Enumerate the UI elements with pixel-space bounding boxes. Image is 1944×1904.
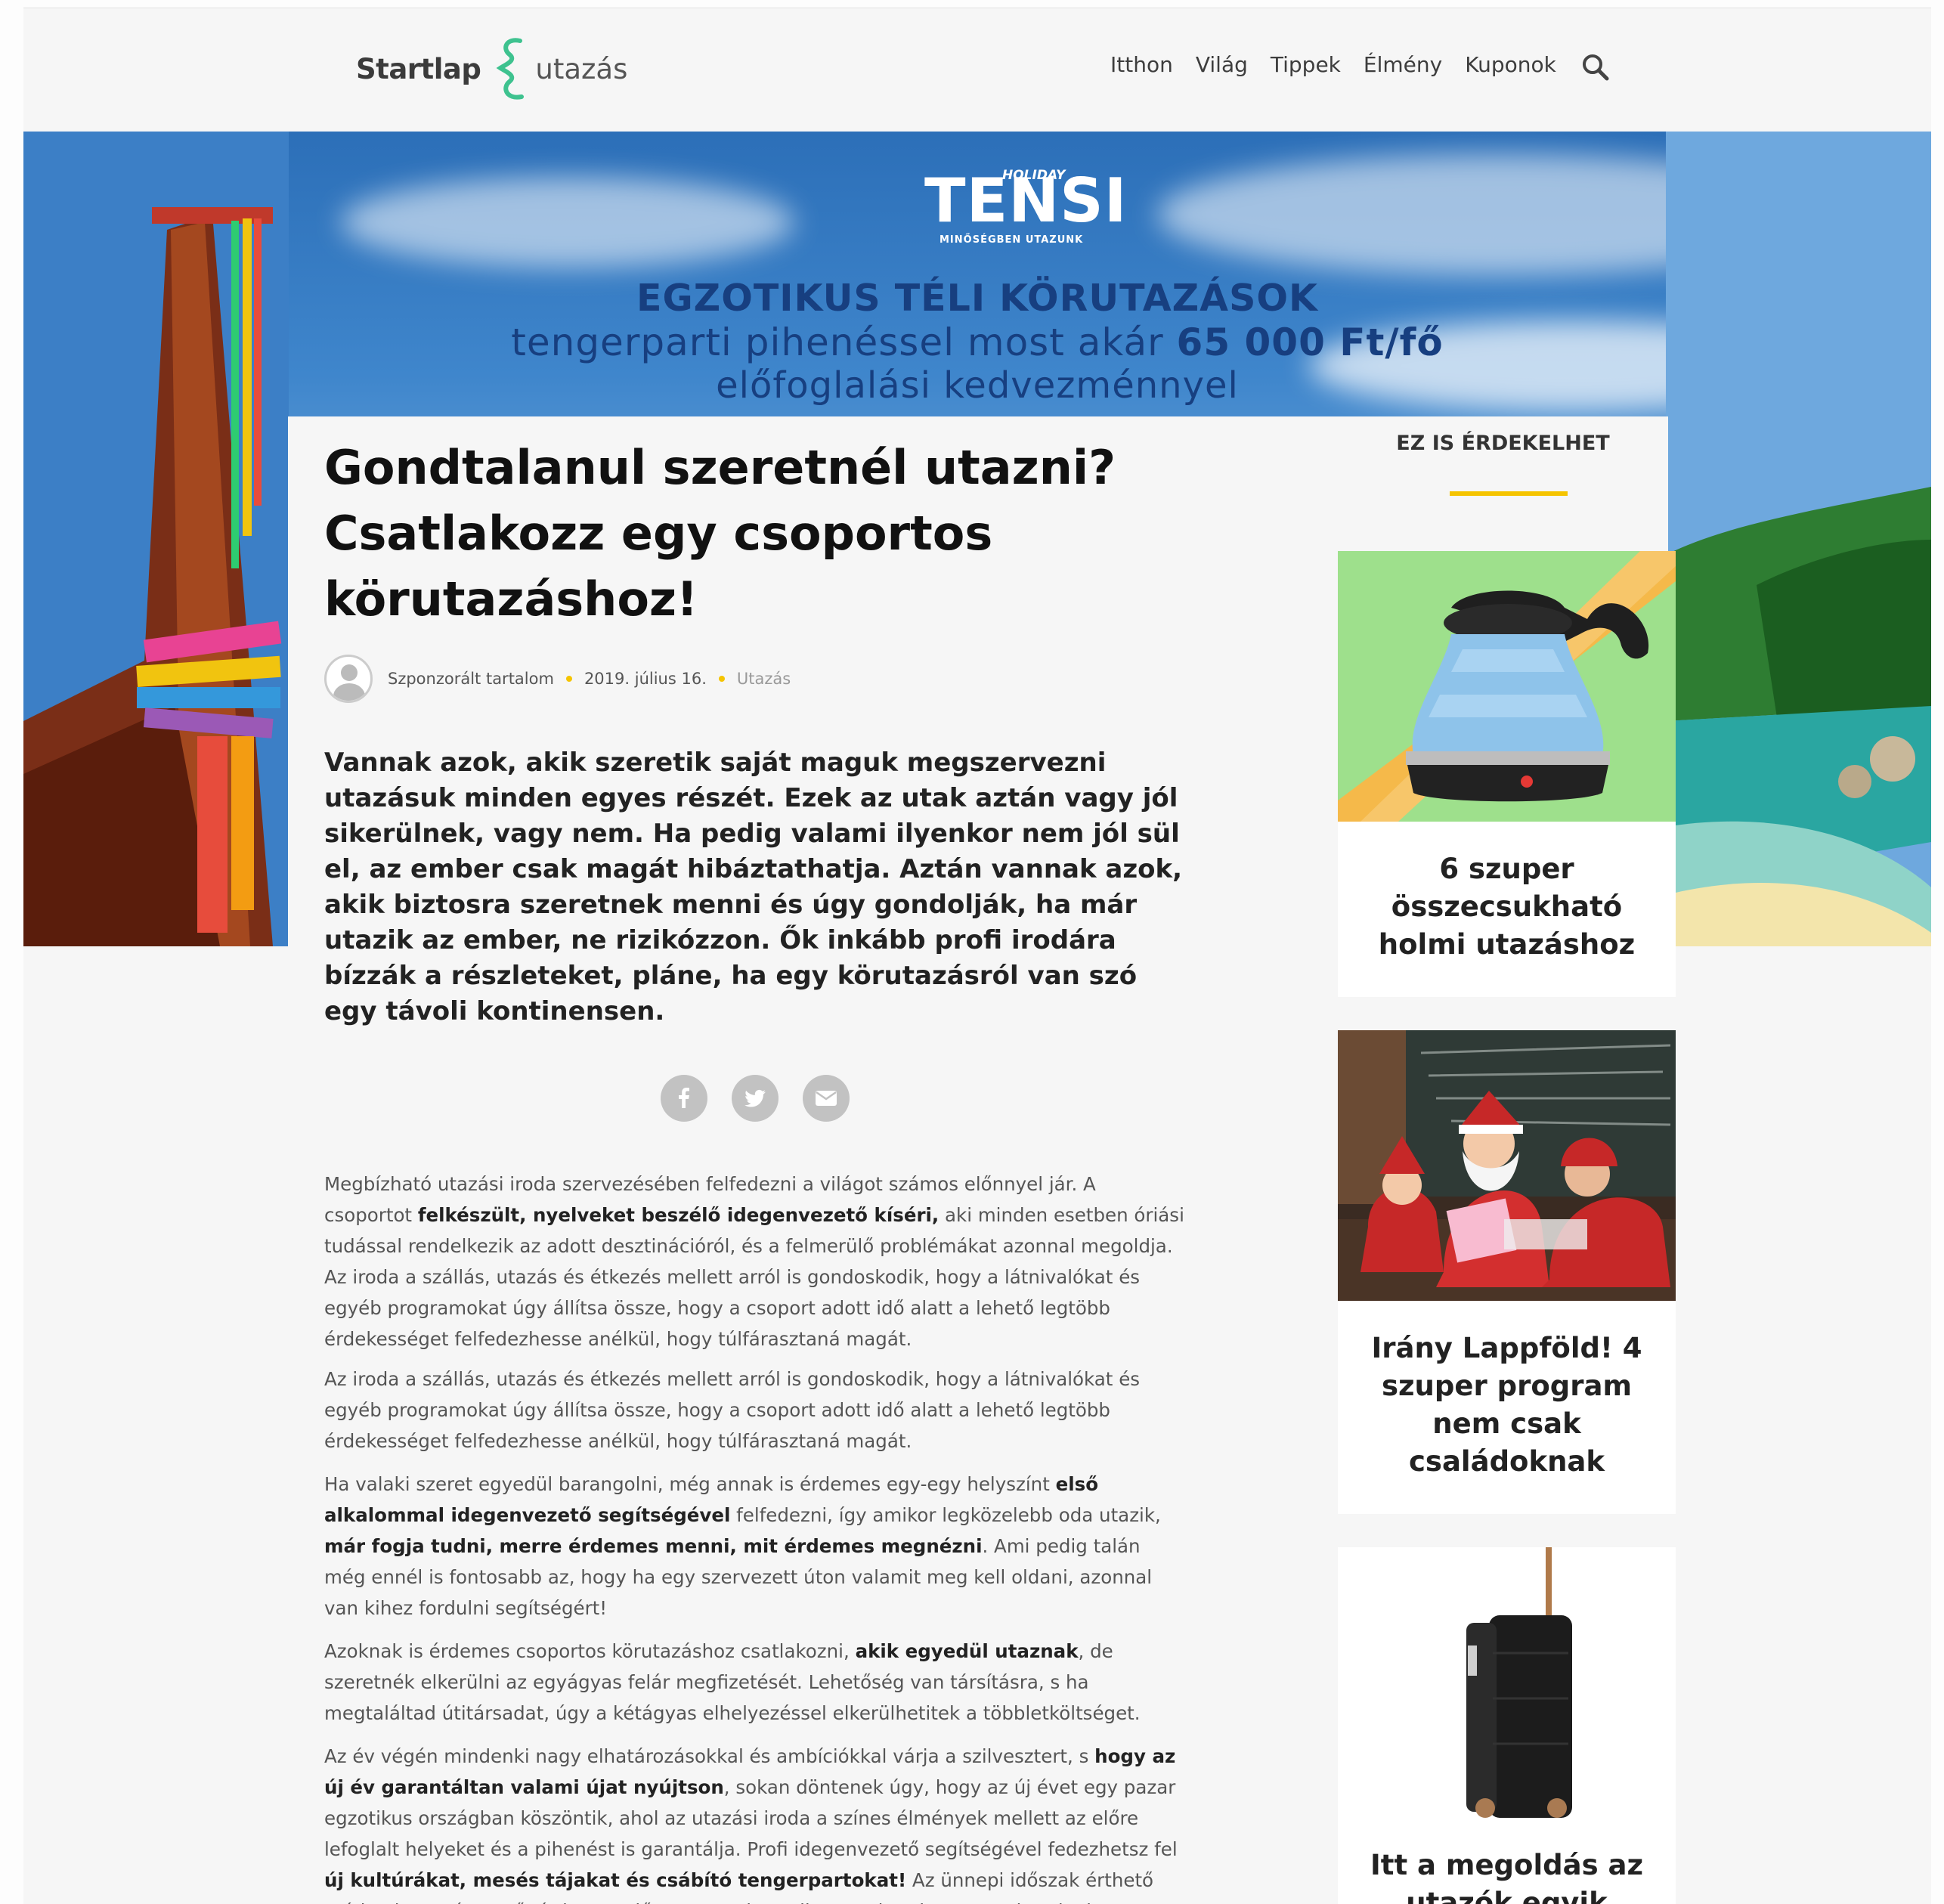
related-card[interactable]: Irány Lappföld! 4 szuper program nem csa… <box>1338 1030 1676 1514</box>
article-paragraph: Azoknak is érdemes csoportos körutazásho… <box>324 1636 1186 1729</box>
site-logo[interactable]: Startlap utazás <box>356 31 627 107</box>
sidebar-title: EZ IS ÉRDEKELHET <box>1396 432 1610 455</box>
logo-utazas: utazás <box>535 52 628 85</box>
avatar <box>324 655 373 703</box>
suitcase-image <box>1338 1547 1676 1818</box>
related-card[interactable]: 6 szuper összecsukható holmi utazáshoz <box>1338 551 1676 997</box>
article-lead: Vannak azok, akik szeretik saját maguk m… <box>324 748 1183 1026</box>
search-icon[interactable] <box>1580 52 1611 82</box>
card-image-suitcase <box>1338 1547 1676 1818</box>
longtail-boat-image <box>23 132 289 946</box>
paragraph-text: Azoknak is érdemes csoportos körutazásho… <box>324 1640 856 1662</box>
facebook-icon <box>679 1088 689 1108</box>
article-meta: Szponzorált tartalom 2019. július 16. Ut… <box>324 655 1186 703</box>
banner-brand-tagline: MINŐSÉGBEN UTAZUNK <box>939 234 1084 246</box>
kettle-image <box>1338 551 1676 822</box>
email-icon <box>816 1091 837 1106</box>
article-paragraph: Ha valaki szeret egyedül barangolni, még… <box>324 1469 1186 1624</box>
article-paragraph: Az év végén mindenki nagy elhatározásokk… <box>324 1741 1186 1904</box>
share-email-button[interactable] <box>803 1075 850 1122</box>
article-body: Megbízható utazási iroda szervezésében f… <box>324 1169 1186 1904</box>
share-facebook-button[interactable] <box>661 1075 707 1122</box>
share-buttons <box>324 1075 1186 1122</box>
card-caption[interactable]: 6 szuper összecsukható holmi utazáshoz <box>1338 822 1676 997</box>
avatar-head-icon <box>341 664 358 681</box>
banner-subline-text: tengerparti pihenéssel most akár <box>511 320 1177 364</box>
article-date: 2019. július 16. <box>584 670 707 688</box>
paragraph-text: Ha valaki szeret egyedül barangolni, még… <box>324 1473 1056 1495</box>
sidebar: EZ IS ÉRDEKELHET 6 szuper összecsukható … <box>1338 416 1676 1904</box>
article-paragraph: Az iroda a szállás, utazás és étkezés me… <box>324 1368 1141 1452</box>
site-header: Startlap utazás Itthon Világ Tippek Élmé… <box>23 8 1931 132</box>
santa-image <box>1338 1030 1676 1301</box>
paragraph-bold: akik egyedül utaznak <box>855 1640 1079 1662</box>
avatar-body-icon <box>333 683 365 701</box>
main-content: Gondtalanul szeretnél utazni? Csatlakozz… <box>288 416 1676 1904</box>
paragraph-text: Az iroda a szállás, utazás és étkezés me… <box>324 1266 1141 1350</box>
share-twitter-button[interactable] <box>732 1075 779 1122</box>
nav-itthon[interactable]: Itthon <box>1110 52 1173 77</box>
article-category-link[interactable]: Utazás <box>737 670 791 688</box>
cloud-shape <box>341 177 794 268</box>
article: Gondtalanul szeretnél utazni? Csatlakozz… <box>324 416 1186 1904</box>
meta-separator-dot <box>718 676 725 682</box>
article-paragraph: Megbízható utazási iroda szervezésében f… <box>324 1169 1186 1354</box>
banner-subline: tengerparti pihenéssel most akár 65 000 … <box>23 320 1931 364</box>
main-nav: Itthon Világ Tippek Élmény Kuponok <box>1110 52 1556 77</box>
page: Startlap utazás Itthon Világ Tippek Élmé… <box>23 8 1931 1904</box>
nav-tippek[interactable]: Tippek <box>1271 52 1341 77</box>
logo-startlap: Startlap <box>356 52 481 85</box>
card-image-santa <box>1338 1030 1676 1301</box>
paragraph-text: felfedezni, így amikor legközelebb oda u… <box>730 1504 1161 1526</box>
banner-price: 65 000 Ft/fő <box>1176 320 1444 364</box>
related-card[interactable]: Itt a megoldás az utazók egyik <box>1338 1547 1676 1904</box>
card-caption[interactable]: Itt a megoldás az utazók egyik <box>1338 1818 1676 1904</box>
sidebar-title-underline <box>1450 491 1568 496</box>
banner-brand-small: HOLIDAY <box>1002 168 1066 183</box>
twitter-icon <box>744 1089 766 1107</box>
article-title: Gondtalanul szeretnél utazni? Csatlakozz… <box>324 440 1116 627</box>
meta-separator-dot <box>565 676 572 682</box>
banner-headline: EGZOTIKUS TÉLI KÖRUTAZÁSOK <box>636 277 1319 320</box>
tropical-beach-image <box>1666 132 1931 946</box>
paragraph-text: Az év végén mindenki nagy elhatározásokk… <box>324 1745 1095 1767</box>
card-image-kettle <box>1338 551 1676 822</box>
article-author[interactable]: Szponzorált tartalom <box>388 670 554 688</box>
paragraph-bold: felkészült, nyelveket beszélő idegenveze… <box>417 1204 939 1226</box>
nav-kuponok[interactable]: Kuponok <box>1465 52 1556 77</box>
paragraph-bold: új kultúrákat, mesés tájakat és csábító … <box>324 1869 907 1891</box>
nav-vilag[interactable]: Világ <box>1196 52 1248 77</box>
paragraph-bold: már fogja tudni, merre érdemes menni, mi… <box>324 1535 983 1557</box>
card-caption[interactable]: Irány Lappföld! 4 szuper program nem csa… <box>1338 1301 1676 1514</box>
banner-discount-line: előfoglalási kedvezménnyel <box>716 364 1239 407</box>
nav-elmeny[interactable]: Élmény <box>1364 52 1442 77</box>
